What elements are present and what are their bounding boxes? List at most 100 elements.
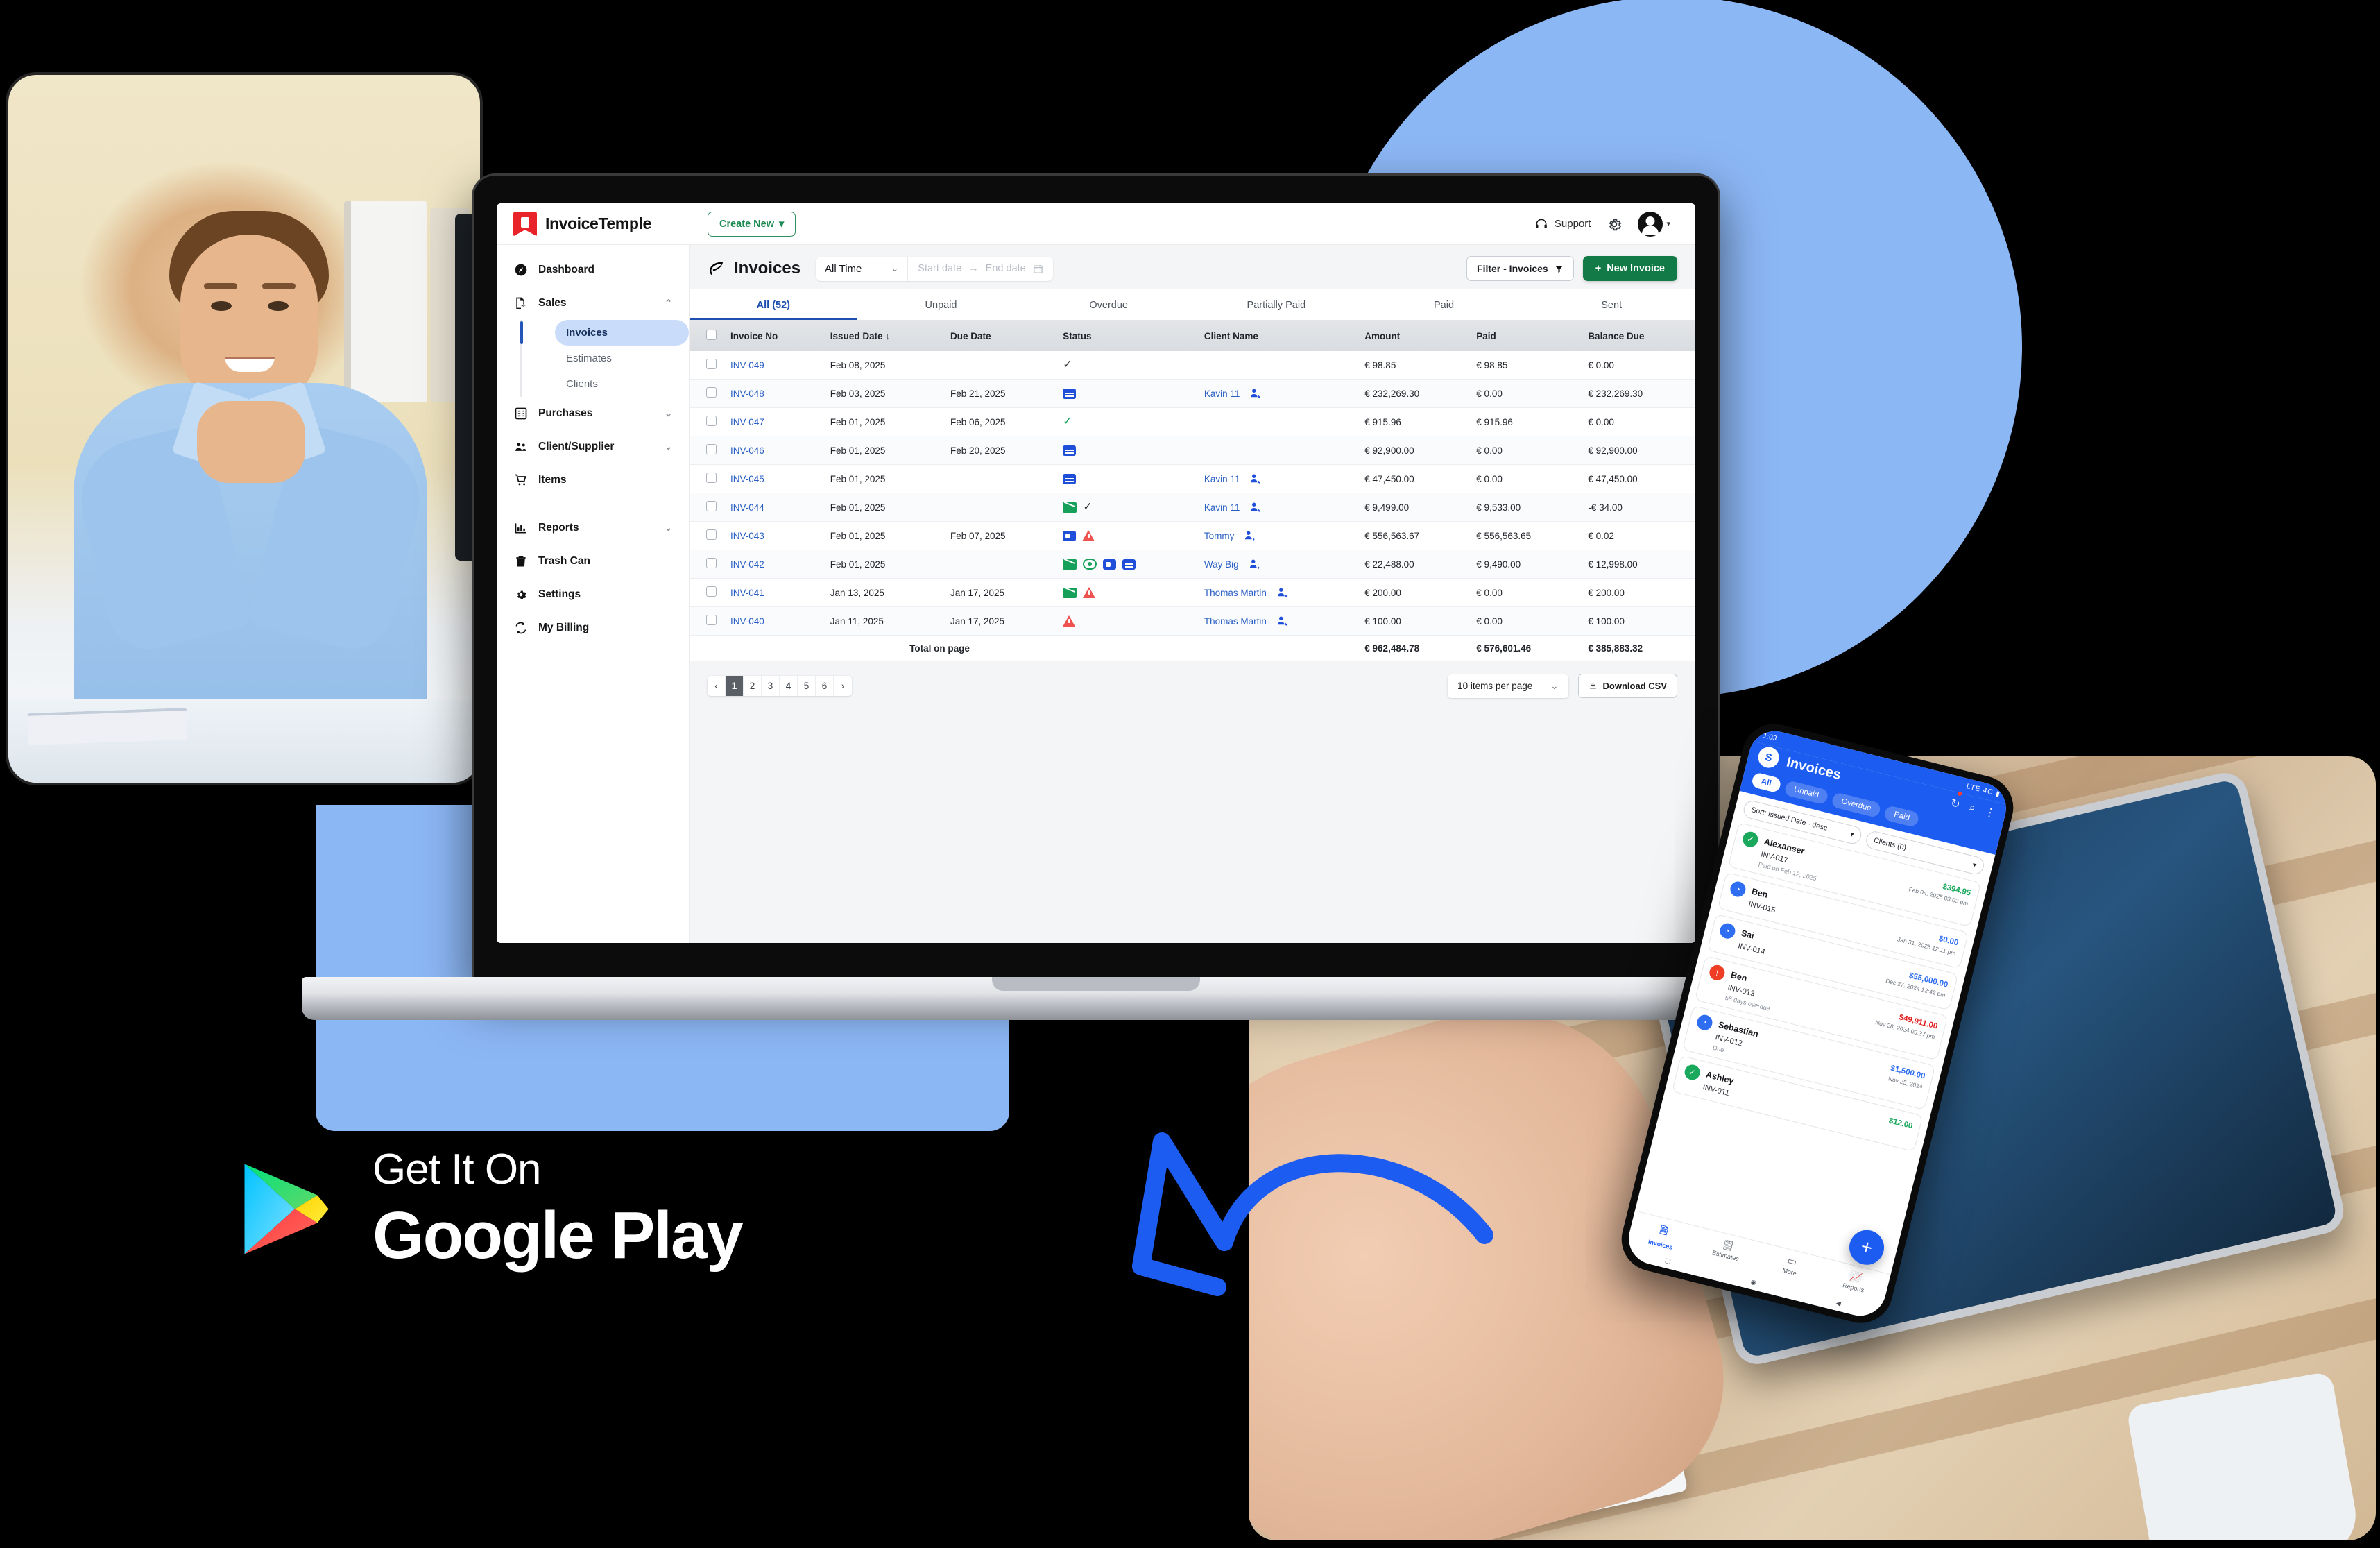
android-recents-icon[interactable]: ▢: [1664, 1257, 1672, 1266]
row-checkbox[interactable]: [706, 586, 717, 597]
invoice-link[interactable]: INV-044: [730, 502, 764, 513]
per-page-select[interactable]: 10 items per page ⌄: [1448, 674, 1568, 698]
client-person-icon[interactable]: [1249, 387, 1262, 400]
row-checkbox[interactable]: [706, 473, 717, 483]
date-range-inputs[interactable]: Start date → End date: [908, 257, 1052, 281]
pagination-next-button[interactable]: ›: [834, 676, 852, 696]
phone-chip-paid[interactable]: Paid: [1883, 804, 1921, 828]
table-row[interactable]: INV-046 Feb 01, 2025 Feb 20, 2025 € 92,900.…: [690, 436, 1695, 465]
column-issued-date[interactable]: Issued Date ↓: [823, 321, 943, 351]
table-row[interactable]: INV-048 Feb 03, 2025 Feb 21, 2025 Kavin 11 €…: [690, 379, 1695, 408]
table-row[interactable]: INV-047 Feb 01, 2025 Feb 06, 2025 ✓ € 915.96…: [690, 407, 1695, 436]
client-cell[interactable]: Way Big: [1204, 558, 1351, 570]
pagination-page-2[interactable]: 2: [744, 676, 762, 696]
client-person-icon[interactable]: [1276, 615, 1289, 627]
support-button[interactable]: Support: [1534, 217, 1591, 231]
filter-invoices-button[interactable]: Filter - Invoices: [1466, 256, 1574, 281]
sidebar-item-sales[interactable]: Sales ⌃: [497, 287, 689, 320]
table-row[interactable]: INV-042 Feb 01, 2025 Way Big € 22,488.00 € 9…: [690, 550, 1695, 579]
column-paid[interactable]: Paid: [1469, 321, 1582, 351]
column-amount[interactable]: Amount: [1358, 321, 1470, 351]
more-vertical-icon[interactable]: ⋮: [1983, 805, 1997, 821]
brand[interactable]: InvoiceTemple: [497, 212, 690, 237]
column-due-date[interactable]: Due Date: [943, 321, 1056, 351]
sidebar-item-settings[interactable]: Settings: [497, 578, 689, 611]
sidebar-item-invoices[interactable]: Invoices: [520, 320, 689, 346]
row-checkbox[interactable]: [706, 529, 717, 540]
pagination-page-3[interactable]: 3: [762, 676, 780, 696]
invoice-link[interactable]: INV-046: [730, 445, 764, 456]
tab-overdue[interactable]: Overdue: [1025, 289, 1192, 320]
client-person-icon[interactable]: [1249, 558, 1261, 570]
android-back-icon[interactable]: ◀: [1835, 1299, 1842, 1307]
client-cell[interactable]: Kavin 11: [1204, 387, 1351, 400]
table-row[interactable]: INV-049 Feb 08, 2025 ✓ € 98.85 € 98.85 € 0.00: [690, 351, 1695, 380]
client-person-icon[interactable]: [1249, 473, 1262, 485]
pagination-prev-button[interactable]: ‹: [708, 676, 726, 696]
tab-paid[interactable]: Paid: [1360, 289, 1528, 320]
end-date-input[interactable]: End date: [986, 263, 1026, 274]
pagination-page-1[interactable]: 1: [726, 676, 744, 696]
sidebar-item-reports[interactable]: Reports ⌄: [497, 511, 689, 545]
column-client-name[interactable]: Client Name: [1197, 321, 1358, 351]
row-checkbox[interactable]: [706, 615, 717, 625]
table-row[interactable]: INV-044 Feb 01, 2025 ✓ Kavin 11 € 9,499.00 € …: [690, 493, 1695, 522]
client-person-icon[interactable]: [1276, 586, 1289, 599]
time-range-select[interactable]: All Time ⌄: [816, 256, 909, 281]
invoice-link[interactable]: INV-041: [730, 588, 764, 598]
new-invoice-button[interactable]: + New Invoice: [1582, 256, 1677, 281]
table-row[interactable]: INV-041 Jan 13, 2025 Jan 17, 2025 Thomas Ma…: [690, 578, 1695, 607]
invoice-link[interactable]: INV-049: [730, 360, 764, 371]
client-cell[interactable]: Thomas Martin: [1204, 586, 1351, 599]
pagination-page-4[interactable]: 4: [780, 676, 798, 696]
android-home-icon[interactable]: ◉: [1750, 1277, 1757, 1286]
client-cell[interactable]: Thomas Martin: [1204, 615, 1351, 627]
sidebar-item-clients[interactable]: Clients: [555, 371, 689, 397]
row-checkbox[interactable]: [706, 558, 717, 568]
sidebar-item-purchases[interactable]: Purchases ⌄: [497, 397, 689, 430]
client-cell[interactable]: Kavin 11: [1204, 473, 1351, 485]
invoice-link[interactable]: INV-040: [730, 616, 764, 627]
row-checkbox[interactable]: [706, 387, 717, 398]
search-icon[interactable]: ⌕: [1968, 801, 1977, 815]
row-checkbox[interactable]: [706, 416, 717, 426]
pagination-page-5[interactable]: 5: [798, 676, 816, 696]
row-checkbox[interactable]: [706, 359, 717, 369]
invoice-link[interactable]: INV-042: [730, 559, 764, 570]
column-invoice-no[interactable]: Invoice No: [724, 321, 823, 351]
client-cell[interactable]: Kavin 11: [1204, 501, 1351, 513]
sidebar-item-dashboard[interactable]: Dashboard: [497, 253, 689, 287]
table-row[interactable]: INV-040 Jan 11, 2025 Jan 17, 2025 Thomas Ma…: [690, 606, 1695, 636]
tab-unpaid[interactable]: Unpaid: [857, 289, 1025, 320]
download-csv-button[interactable]: Download CSV: [1577, 674, 1677, 698]
invoice-link[interactable]: INV-043: [730, 531, 764, 541]
client-person-icon[interactable]: [1244, 529, 1256, 542]
tab-sent[interactable]: Sent: [1527, 289, 1695, 320]
pagination-page-6[interactable]: 6: [816, 676, 834, 696]
google-play-badge[interactable]: Get It On Google Play: [243, 1148, 744, 1269]
client-person-icon[interactable]: [1249, 501, 1262, 513]
tab-partially-paid[interactable]: Partially Paid: [1192, 289, 1360, 320]
client-cell[interactable]: Tommy: [1204, 529, 1351, 542]
sidebar-item-my-billing[interactable]: My Billing: [497, 611, 689, 645]
row-checkbox[interactable]: [706, 501, 717, 511]
column-status[interactable]: Status: [1056, 321, 1197, 351]
sidebar-item-trash-can[interactable]: Trash Can: [497, 545, 689, 578]
sidebar-item-items[interactable]: Items: [497, 463, 689, 497]
phone-chip-overdue[interactable]: Overdue: [1831, 792, 1882, 819]
start-date-input[interactable]: Start date: [918, 263, 961, 274]
phone-chip-all[interactable]: All: [1750, 772, 1782, 794]
refresh-icon[interactable]: ↻: [1949, 791, 1962, 812]
create-new-button[interactable]: Create New ▾: [708, 211, 796, 237]
column-balance-due[interactable]: Balance Due: [1581, 321, 1695, 351]
calendar-icon[interactable]: [1033, 264, 1043, 274]
invoice-link[interactable]: INV-047: [730, 417, 764, 427]
sidebar-item-estimates[interactable]: Estimates: [555, 346, 689, 371]
avatar[interactable]: [1638, 211, 1663, 237]
tab-all[interactable]: All (52): [690, 289, 857, 320]
phone-chip-unpaid[interactable]: Unpaid: [1783, 780, 1829, 806]
table-row[interactable]: INV-043 Feb 01, 2025 Feb 07, 2025 Tommy € 55…: [690, 521, 1695, 550]
gear-icon[interactable]: [1606, 216, 1623, 232]
select-all-checkbox[interactable]: [706, 330, 717, 340]
chevron-down-icon[interactable]: ▾: [1666, 219, 1670, 228]
